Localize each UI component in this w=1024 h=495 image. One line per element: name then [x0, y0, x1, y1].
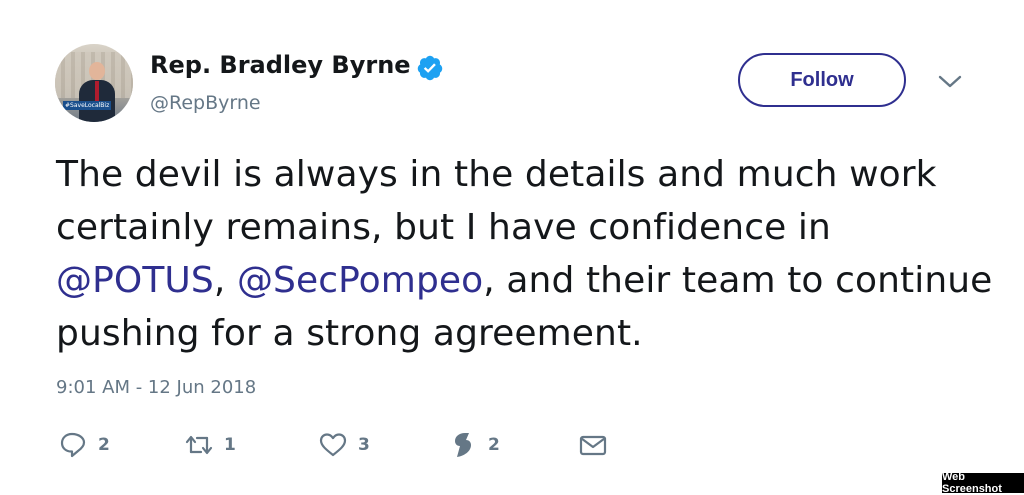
retweet-button[interactable]: 1 [184, 430, 236, 460]
reply-count: 2 [98, 435, 110, 455]
avatar-person [79, 62, 115, 122]
mention-potus-link[interactable]: @POTUS [56, 260, 214, 301]
avatar-badge: #SaveLocalBiz [63, 101, 112, 110]
retweet-count: 1 [224, 435, 236, 455]
follow-button[interactable]: Follow [738, 53, 906, 107]
envelope-icon [579, 435, 607, 456]
chevron-down-icon[interactable] [937, 74, 963, 90]
verified-badge-icon [417, 55, 443, 81]
mention-secpompeo-link[interactable]: @SecPompeo [237, 260, 483, 301]
like-button[interactable]: 3 [318, 430, 370, 460]
tweet-timestamp[interactable]: 9:01 AM - 12 Jun 2018 [56, 377, 256, 398]
tweet-text-part: The devil is always in the details and m… [56, 154, 937, 248]
tweet-text-part: , [213, 260, 237, 301]
reply-icon [60, 432, 86, 458]
moments-icon [455, 433, 471, 457]
heart-icon [319, 433, 347, 457]
author-name[interactable]: Rep. Bradley Byrne [150, 51, 411, 79]
moments-button[interactable]: 2 [448, 430, 500, 460]
reply-button[interactable]: 2 [58, 430, 110, 460]
moments-count: 2 [488, 435, 500, 455]
author-handle[interactable]: @RepByrne [150, 92, 261, 114]
direct-message-button[interactable] [578, 430, 608, 460]
retweet-icon [185, 435, 213, 455]
web-screenshot-watermark: Web Screenshot [942, 471, 1024, 495]
like-count: 3 [358, 435, 370, 455]
tweet-text: The devil is always in the details and m… [56, 148, 996, 360]
avatar[interactable]: #SaveLocalBiz [55, 44, 133, 122]
